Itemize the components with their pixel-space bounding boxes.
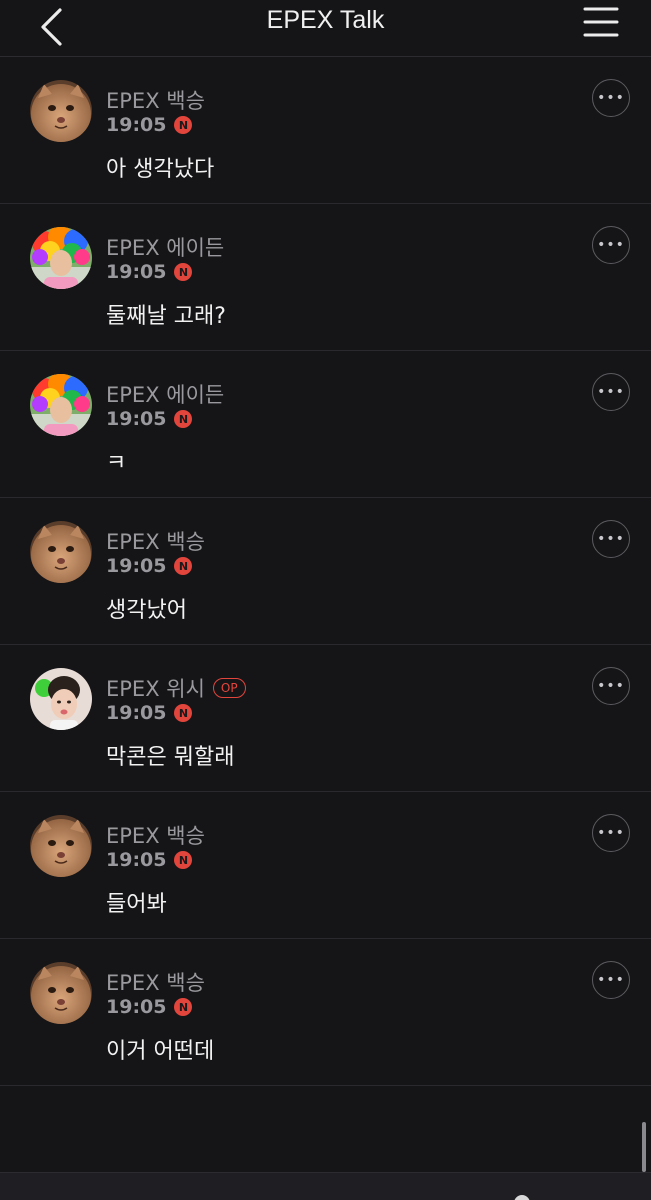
author-name[interactable]: EPEX 에이든 [106, 379, 224, 409]
more-options-button[interactable]: ••• [592, 814, 630, 852]
author-name-text: EPEX 백승 [106, 971, 205, 995]
op-badge: OP [212, 678, 246, 698]
author-name-text: EPEX 백승 [106, 89, 205, 113]
message-item: EPEX 에이든 19:05 N ㅋ ••• [0, 351, 651, 498]
new-badge: N [174, 998, 193, 1016]
message-text: 들어봐 [106, 892, 167, 917]
timestamp: 19:05 [106, 114, 167, 136]
message-text: 막콘은 뭐할래 [106, 745, 235, 770]
message-item: EPEX 위시 OP 19:05 N 막콘은 뭐할래 ••• [0, 645, 651, 792]
message-item: EPEX 백승 19:05 N 생각났어 ••• [0, 498, 651, 645]
clown-afro-avatar[interactable] [30, 374, 92, 436]
message-item: EPEX 에이든 19:05 N 둘째날 고래? ••• [0, 204, 651, 351]
ellipsis-icon: ••• [597, 531, 625, 547]
author-name-text: EPEX 에이든 [106, 236, 225, 260]
ellipsis-icon: ••• [597, 90, 625, 106]
new-badge: N [174, 557, 193, 575]
more-options-button[interactable]: ••• [592, 520, 630, 558]
ellipsis-icon: ••• [597, 825, 625, 841]
timestamp: 19:05 [106, 996, 167, 1018]
author-name-text: EPEX 에이든 [106, 383, 225, 407]
message-item: EPEX 백승 19:05 N 아 생각났다 ••• [0, 57, 651, 204]
bottom-bar-icon[interactable] [514, 1195, 530, 1200]
new-badge: N [174, 704, 193, 722]
ellipsis-icon: ••• [597, 237, 625, 253]
ellipsis-icon: ••• [597, 384, 625, 400]
top-header: EPEX Talk [0, 0, 651, 57]
message-meta: 19:05 N [106, 114, 193, 136]
message-text: 생각났어 [106, 598, 187, 623]
author-name-text: EPEX 백승 [106, 530, 205, 554]
message-text: ㅋ [106, 451, 127, 476]
cat-avatar[interactable] [30, 521, 92, 583]
message-item: EPEX 백승 19:05 N 들어봐 ••• [0, 792, 651, 939]
new-badge: N [174, 263, 193, 281]
ellipsis-icon: ••• [597, 678, 625, 694]
new-badge: N [174, 410, 193, 428]
author-name[interactable]: EPEX 백승 [106, 85, 205, 115]
message-item: EPEX 백승 19:05 N 이거 어떤데 ••• [0, 939, 651, 1086]
scrollbar-thumb[interactable] [642, 1122, 646, 1172]
author-name-text: EPEX 백승 [106, 824, 205, 848]
timestamp: 19:05 [106, 261, 167, 283]
hamburger-menu-icon[interactable] [582, 4, 620, 40]
clown-afro-avatar[interactable] [30, 227, 92, 289]
message-meta: 19:05 N [106, 849, 193, 871]
selfie-avatar[interactable] [30, 668, 92, 730]
more-options-button[interactable]: ••• [592, 373, 630, 411]
cat-avatar[interactable] [30, 962, 92, 1024]
author-name-text: EPEX 위시 [106, 677, 205, 701]
timestamp: 19:05 [106, 849, 167, 871]
author-name[interactable]: EPEX 에이든 [106, 232, 224, 262]
author-name[interactable]: EPEX 백승 [106, 967, 205, 997]
app-root: 19:04N그럼 첫째날 나비•••EPEX 백승19:05N아 생각났다•••… [0, 0, 651, 1200]
message-feed[interactable]: 19:04N그럼 첫째날 나비•••EPEX 백승19:05N아 생각났다•••… [0, 0, 651, 1086]
more-options-button[interactable]: ••• [592, 226, 630, 264]
more-options-button[interactable]: ••• [592, 667, 630, 705]
page-title: EPEX Talk [266, 6, 385, 34]
cat-avatar[interactable] [30, 815, 92, 877]
message-meta: 19:05 N [106, 996, 193, 1018]
message-meta: 19:05 N [106, 408, 193, 430]
more-options-button[interactable]: ••• [592, 961, 630, 999]
more-options-button[interactable]: ••• [592, 79, 630, 117]
timestamp: 19:05 [106, 702, 167, 724]
message-text: 이거 어떤데 [106, 1039, 215, 1064]
message-text: 아 생각났다 [106, 157, 215, 182]
timestamp: 19:05 [106, 408, 167, 430]
message-meta: 19:05 N [106, 702, 193, 724]
timestamp: 19:05 [106, 555, 167, 577]
message-meta: 19:05 N [106, 555, 193, 577]
ellipsis-icon: ••• [597, 972, 625, 988]
author-name[interactable]: EPEX 백승 [106, 526, 205, 556]
new-badge: N [174, 116, 193, 134]
author-name[interactable]: EPEX 백승 [106, 820, 205, 850]
message-meta: 19:05 N [106, 261, 193, 283]
cat-avatar[interactable] [30, 80, 92, 142]
author-name[interactable]: EPEX 위시 OP [106, 673, 246, 703]
message-text: 둘째날 고래? [106, 304, 226, 329]
bottom-bar [0, 1172, 651, 1200]
new-badge: N [174, 851, 193, 869]
